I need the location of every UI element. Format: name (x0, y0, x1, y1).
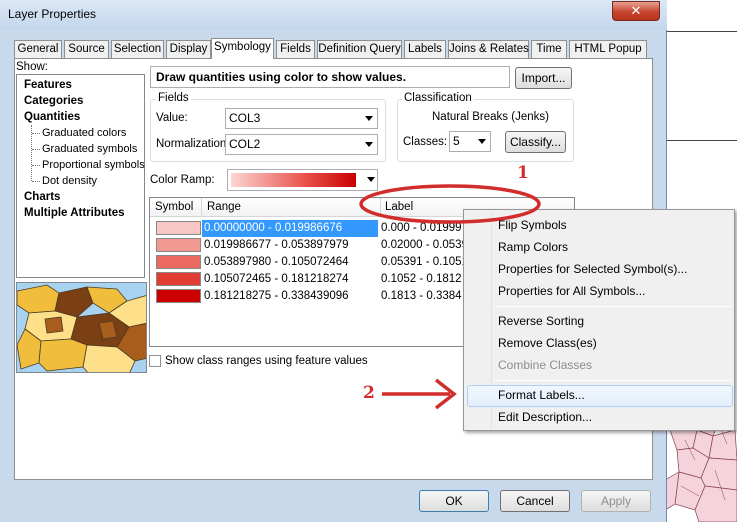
background-line (665, 140, 737, 141)
tree-item-categories[interactable]: Categories (24, 95, 83, 107)
chevron-down-icon (365, 142, 373, 147)
label-cell[interactable]: 0.1813 - 0.3384 (381, 288, 462, 305)
tree-connector (32, 133, 40, 134)
value-select-text: COL3 (229, 111, 261, 125)
tab-source[interactable]: Source (64, 40, 109, 59)
context-menu: Flip Symbols Ramp Colors Properties for … (463, 209, 735, 431)
range-cell[interactable]: 0.105072465 - 0.181218274 (202, 271, 378, 288)
range-cell[interactable]: 0.181218275 - 0.338439096 (202, 288, 378, 305)
menu-item-edit-description[interactable]: Edit Description... (498, 410, 592, 424)
preview-map-thumbnail (16, 282, 147, 373)
tree-item-proportional-symbols[interactable]: Proportional symbols (42, 159, 145, 171)
label-cell[interactable]: 0.02000 - 0.05390 (381, 237, 474, 254)
column-header-range[interactable]: Range (202, 198, 381, 217)
value-label: Value: (156, 112, 188, 124)
tree-connector (32, 165, 40, 166)
tab-selection[interactable]: Selection (111, 40, 164, 59)
symbol-swatch[interactable] (156, 255, 201, 269)
menu-item-flip-symbols[interactable]: Flip Symbols (498, 218, 567, 232)
menu-item-combine-classes: Combine Classes (498, 358, 593, 372)
tab-general[interactable]: General (14, 40, 62, 59)
show-tree: Features Categories Quantities Graduated… (16, 74, 145, 278)
tree-item-charts[interactable]: Charts (24, 191, 60, 203)
normalization-select-text: COL2 (229, 137, 261, 151)
close-button[interactable]: ✕ (612, 1, 660, 21)
menu-item-properties-all[interactable]: Properties for All Symbols... (498, 284, 645, 298)
description-box: Draw quantities using color to show valu… (150, 66, 510, 88)
close-icon: ✕ (630, 3, 642, 18)
tree-item-multiple-attributes[interactable]: Multiple Attributes (24, 207, 125, 219)
import-button[interactable]: Import... (515, 67, 572, 89)
color-ramp-label: Color Ramp: (150, 174, 215, 186)
ok-button[interactable]: OK (419, 490, 489, 512)
menu-item-properties-selected[interactable]: Properties for Selected Symbol(s)... (498, 262, 687, 276)
classify-button[interactable]: Classify... (505, 131, 566, 153)
tab-display[interactable]: Display (166, 40, 211, 59)
title-bar[interactable]: Layer Properties ✕ (0, 0, 667, 30)
show-class-ranges-label: Show class ranges using feature values (165, 355, 368, 367)
cancel-button[interactable]: Cancel (500, 490, 570, 512)
color-ramp-select[interactable] (227, 169, 378, 191)
label-cell[interactable]: 0.05391 - 0.1051 (381, 254, 468, 271)
label-cell[interactable]: 0.1052 - 0.1812 (381, 271, 462, 288)
window-title: Layer Properties (8, 7, 97, 21)
menu-separator (494, 306, 732, 307)
classification-group-label: Classification (402, 92, 474, 104)
symbol-swatch[interactable] (156, 289, 201, 303)
tree-connector (32, 149, 40, 150)
value-select[interactable]: COL3 (225, 108, 378, 129)
tree-item-dot-density[interactable]: Dot density (42, 175, 97, 187)
tab-symbology[interactable]: Symbology (211, 38, 274, 59)
tree-item-graduated-colors[interactable]: Graduated colors (42, 127, 126, 139)
chevron-down-icon (365, 116, 373, 121)
tree-item-quantities[interactable]: Quantities (24, 111, 80, 123)
menu-item-remove-classes[interactable]: Remove Class(es) (498, 336, 597, 350)
apply-button[interactable]: Apply (581, 490, 651, 512)
classes-select-text: 5 (453, 134, 460, 148)
color-ramp-dropdown (228, 170, 379, 190)
tree-item-graduated-symbols[interactable]: Graduated symbols (42, 143, 137, 155)
symbol-swatch[interactable] (156, 272, 201, 286)
classes-select[interactable]: 5 (449, 131, 491, 152)
tab-html-popup[interactable]: HTML Popup (569, 40, 647, 59)
chevron-down-icon (367, 177, 375, 182)
symbol-swatch[interactable] (156, 238, 201, 252)
show-class-ranges-checkbox[interactable] (149, 355, 161, 367)
chevron-down-icon (478, 139, 486, 144)
tab-joins-relates[interactable]: Joins & Relates (448, 40, 529, 59)
tree-item-features[interactable]: Features (24, 79, 72, 91)
classification-method: Natural Breaks (Jenks) (432, 111, 549, 123)
menu-item-ramp-colors[interactable]: Ramp Colors (498, 240, 568, 254)
tab-time[interactable]: Time (531, 40, 567, 59)
label-cell[interactable]: 0.000 - 0.01999 (381, 220, 462, 237)
range-cell[interactable]: 0.019986677 - 0.053897979 (202, 237, 378, 254)
menu-separator (494, 380, 732, 381)
menu-item-reverse-sorting[interactable]: Reverse Sorting (498, 314, 584, 328)
symbol-swatch[interactable] (156, 221, 201, 235)
fields-group-label: Fields (156, 92, 191, 104)
menu-item-format-labels[interactable]: Format Labels... (498, 388, 585, 402)
background-line (665, 31, 737, 32)
normalization-label: Normalization: (156, 138, 230, 150)
annotation-number-1: 1 (517, 163, 529, 183)
range-cell[interactable]: 0.00000000 - 0.019986676 (202, 220, 378, 237)
tab-definition-query[interactable]: Definition Query (317, 40, 402, 59)
classes-label: Classes: (403, 136, 448, 148)
show-label: Show: (16, 61, 48, 73)
tree-connector (32, 181, 40, 182)
tab-fields[interactable]: Fields (276, 40, 315, 59)
normalization-select[interactable]: COL2 (225, 134, 378, 155)
column-header-symbol[interactable]: Symbol (150, 198, 202, 217)
range-cell[interactable]: 0.053897980 - 0.105072464 (202, 254, 378, 271)
tab-labels[interactable]: Labels (404, 40, 446, 59)
annotation-number-2: 2 (363, 383, 375, 403)
